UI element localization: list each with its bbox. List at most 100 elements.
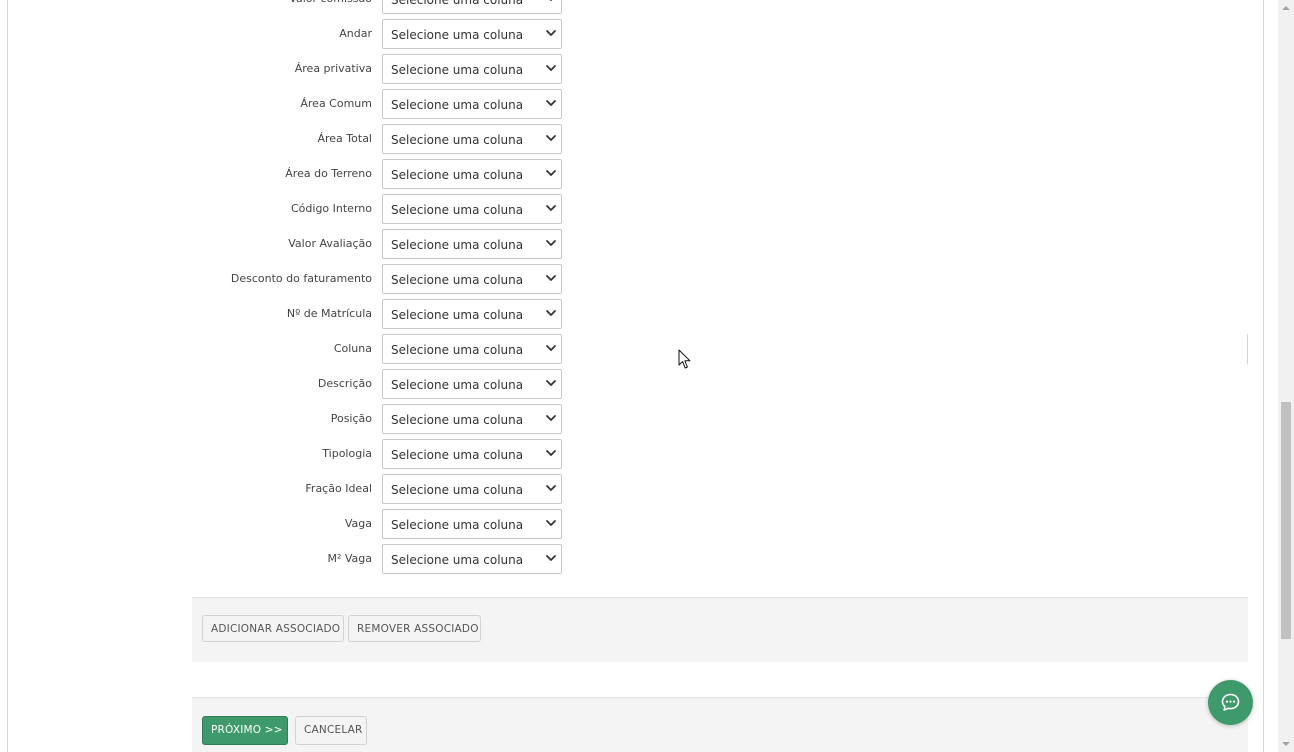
content-edge-line	[1247, 334, 1248, 364]
chevron-down-icon	[549, 0, 553, 1]
mapping-row: Código Interno Selecione uma coluna	[0, 194, 600, 229]
chevron-down-icon	[546, 520, 556, 526]
chat-button[interactable]	[1208, 680, 1253, 725]
chevron-down-icon	[546, 555, 556, 561]
column-select[interactable]: Selecione uma coluna	[382, 299, 562, 329]
mapping-row: Descrição Selecione uma coluna	[0, 369, 600, 404]
mapping-row: Vaga Selecione uma coluna	[0, 509, 600, 544]
field-label: M² Vaga	[327, 552, 372, 565]
column-select[interactable]: Selecione uma coluna	[382, 404, 562, 434]
chevron-down-icon	[546, 275, 556, 281]
column-select[interactable]: Selecione uma coluna	[382, 544, 562, 574]
column-select-value: Selecione uma coluna	[391, 168, 524, 182]
mapping-row: Área Total Selecione uma coluna	[0, 124, 600, 159]
mapping-row: Tipologia Selecione uma coluna	[0, 439, 600, 474]
column-select[interactable]: Selecione uma coluna	[382, 89, 562, 119]
chevron-down-icon	[546, 450, 556, 456]
column-select-value: Selecione uma coluna	[391, 238, 524, 252]
column-select[interactable]: Selecione uma coluna	[382, 229, 562, 259]
scroll-up-arrow-icon[interactable]	[1282, 4, 1290, 12]
chevron-down-icon	[546, 65, 556, 71]
column-select-value: Selecione uma coluna	[391, 413, 524, 427]
mapping-row: Desconto do faturamento Selecione uma col…	[0, 264, 600, 299]
column-select-value: Selecione uma coluna	[391, 308, 524, 322]
column-select[interactable]: Selecione uma coluna	[382, 474, 562, 504]
add-associate-button[interactable]: ADICIONAR ASSOCIADO	[202, 615, 344, 642]
field-label: Área Total	[317, 132, 372, 145]
import-mapping-page: Valor comissão Selecione uma coluna Andar S…	[0, 0, 1294, 752]
field-label: Coluna	[333, 342, 372, 355]
mapping-row: Área privativa Selecione uma coluna	[0, 54, 600, 89]
column-select-value: Selecione uma coluna	[391, 28, 524, 42]
mouse-pointer-icon	[678, 349, 691, 369]
form-actions-panel: PRÓXIMO >> CANCELAR	[192, 697, 1248, 752]
associates-panel: ADICIONAR ASSOCIADO REMOVER ASSOCIADO	[192, 597, 1248, 662]
column-select-value: Selecione uma coluna	[391, 0, 524, 7]
chevron-down-icon	[546, 310, 556, 316]
column-select[interactable]: Selecione uma coluna	[382, 54, 562, 84]
chevron-down-icon	[546, 205, 556, 211]
remove-associate-button[interactable]: REMOVER ASSOCIADO	[348, 615, 481, 642]
column-select-value: Selecione uma coluna	[391, 133, 524, 147]
mapping-row: Área do Terreno Selecione uma coluna	[0, 159, 600, 194]
field-label: Valor Avaliação	[288, 237, 372, 250]
column-select[interactable]: Selecione uma coluna	[382, 124, 562, 154]
column-select-value: Selecione uma coluna	[391, 203, 524, 217]
chevron-down-icon	[546, 485, 556, 491]
column-select[interactable]: Selecione uma coluna	[382, 159, 562, 189]
column-select-value: Selecione uma coluna	[391, 483, 524, 497]
column-select[interactable]: Selecione uma coluna	[382, 264, 562, 294]
scrollbar-thumb[interactable]	[1281, 402, 1291, 639]
mapping-row: M² Vaga Selecione uma coluna	[0, 544, 600, 579]
scroll-down-arrow-icon[interactable]	[1282, 740, 1290, 748]
column-select[interactable]: Selecione uma coluna	[382, 334, 562, 364]
field-label: Vaga	[344, 517, 372, 530]
field-label: Área do Terreno	[285, 167, 372, 180]
chevron-down-icon	[546, 135, 556, 141]
column-select[interactable]: Selecione uma coluna	[382, 509, 562, 539]
mapping-row: Coluna Selecione uma coluna	[0, 334, 600, 369]
field-label: Nº de Matrícula	[286, 307, 372, 320]
field-label: Descrição	[317, 377, 372, 390]
cancel-button[interactable]: CANCELAR	[295, 716, 367, 745]
column-select-value: Selecione uma coluna	[391, 273, 524, 287]
column-select-value: Selecione uma coluna	[391, 343, 524, 357]
column-select[interactable]: Selecione uma coluna	[382, 369, 562, 399]
chevron-down-icon	[546, 380, 556, 386]
mapping-row: Valor Avaliação Selecione uma coluna	[0, 229, 600, 264]
next-button[interactable]: PRÓXIMO >>	[202, 716, 288, 745]
column-select-value: Selecione uma coluna	[391, 448, 524, 462]
chevron-down-icon	[546, 100, 556, 106]
chevron-down-icon	[546, 30, 556, 36]
field-label: Desconto do faturamento	[230, 272, 372, 285]
column-select[interactable]: Selecione uma coluna	[382, 19, 562, 49]
field-label: Área privativa	[294, 62, 372, 75]
chevron-down-icon	[546, 415, 556, 421]
column-select-value: Selecione uma coluna	[391, 518, 524, 532]
mapping-row: Fração Ideal Selecione uma coluna	[0, 474, 600, 509]
chat-bubble-icon	[1221, 693, 1240, 711]
right-divider	[1263, 0, 1264, 752]
field-label: Código Interno	[291, 202, 372, 215]
column-mapping-form: Valor comissão Selecione uma coluna Andar S…	[0, 0, 600, 579]
field-label: Valor comissão	[289, 0, 372, 5]
column-select-value: Selecione uma coluna	[391, 378, 524, 392]
page-scrollbar[interactable]	[1278, 0, 1294, 752]
mapping-row: Valor comissão Selecione uma coluna	[0, 0, 600, 19]
column-select[interactable]: Selecione uma coluna	[382, 0, 562, 14]
chevron-down-icon	[546, 240, 556, 246]
field-label: Tipologia	[322, 447, 372, 460]
mapping-row: Andar Selecione uma coluna	[0, 19, 600, 54]
mapping-row: Área Comum Selecione uma coluna	[0, 89, 600, 124]
column-select[interactable]: Selecione uma coluna	[382, 194, 562, 224]
column-select-value: Selecione uma coluna	[391, 63, 524, 77]
chevron-down-icon	[546, 345, 556, 351]
column-select-value: Selecione uma coluna	[391, 98, 524, 112]
mapping-row: Nº de Matrícula Selecione uma coluna	[0, 299, 600, 334]
chevron-down-icon	[546, 170, 556, 176]
column-select-value: Selecione uma coluna	[391, 553, 524, 567]
field-label: Fração Ideal	[305, 482, 372, 495]
field-label: Andar	[339, 27, 372, 40]
column-select[interactable]: Selecione uma coluna	[382, 439, 562, 469]
field-label: Posição	[330, 412, 372, 425]
